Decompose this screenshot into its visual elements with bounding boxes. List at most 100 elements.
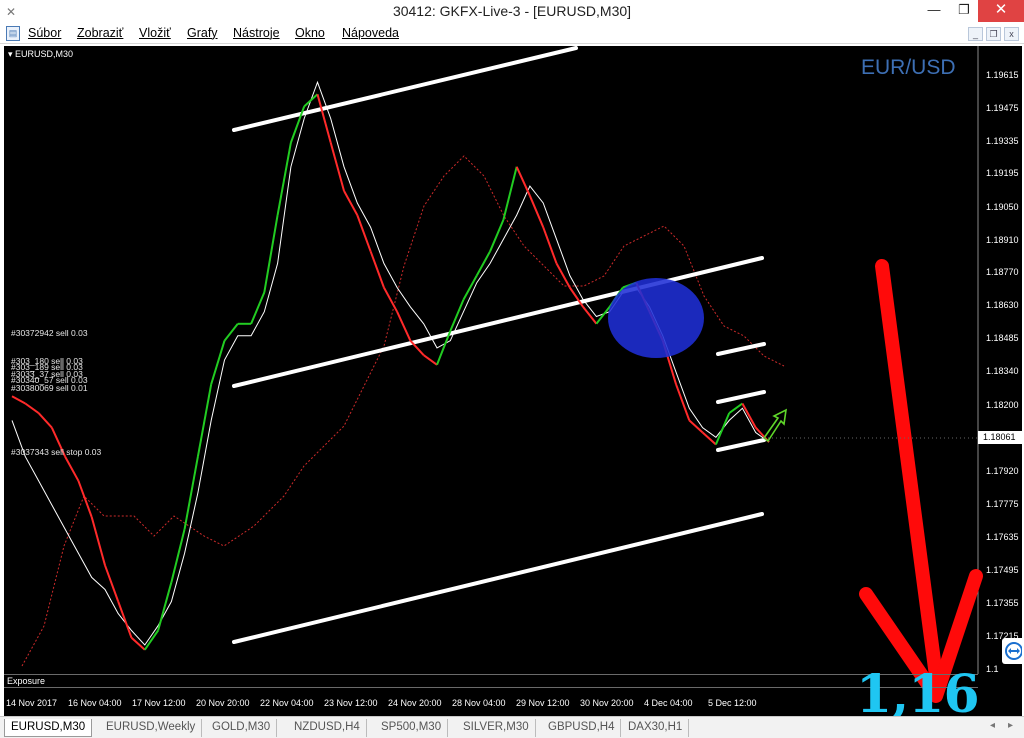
red-arrow-shaft (875, 259, 943, 683)
tab-gold-m30[interactable]: GOLD,M30 (206, 719, 278, 737)
y-tick-label: 1.18630 (986, 300, 1019, 310)
mdi-minimize-button[interactable]: _ (968, 27, 983, 41)
y-tick-label: 1.17635 (986, 532, 1019, 542)
price-chart[interactable]: ▾ EURUSD,M30 EUR/USD #30372942 sell 0.03… (4, 46, 1022, 716)
tab-eurusd-m30[interactable]: EURUSD,M30 (4, 719, 93, 737)
trade-label[interactable]: #30372942 sell 0.03 (11, 328, 88, 338)
y-tick-label: 1.19195 (986, 168, 1019, 178)
tab-scroll-left-icon[interactable]: ◂ (990, 720, 995, 731)
menu-help[interactable]: Nápoveda (342, 26, 399, 40)
x-tick-label: 14 Nov 2017 (6, 698, 58, 708)
tab-gbpusd-h4[interactable]: GBPUSD,H4 (542, 719, 622, 737)
candle-segment (741, 403, 757, 429)
candle-segment (728, 402, 743, 414)
y-tick-label: 1.19050 (986, 202, 1019, 212)
candle-segment (423, 354, 438, 366)
y-tick-label: 1.19615 (986, 70, 1019, 80)
candle-segment (24, 402, 40, 414)
y-tick-label: 1.18770 (986, 267, 1019, 277)
tab-nzdusd-h4[interactable]: NZDUSD,H4 (288, 719, 367, 737)
candle-segment (383, 287, 398, 313)
y-tick-label: 1.17355 (986, 598, 1019, 608)
x-tick-label: 23 Nov 12:00 (324, 698, 378, 708)
candle-segment (170, 528, 186, 583)
y-tick-label: 1.18340 (986, 366, 1019, 376)
menu-window[interactable]: Okno (295, 26, 325, 40)
window-title: 30412: GKFX-Live-3 - [EURUSD,M30] (392, 3, 632, 19)
candle-segment (329, 142, 345, 192)
pair-watermark: EUR/USD (861, 56, 956, 79)
candle-segment (343, 190, 359, 216)
candle-segment (303, 93, 319, 108)
y-tick-label: 1.18910 (986, 235, 1019, 245)
candle-segment (701, 431, 717, 446)
candle-segment (502, 166, 518, 221)
candle-segment (555, 262, 571, 288)
candle-segment (90, 516, 106, 566)
menu-insert[interactable]: Vložiť (139, 26, 171, 40)
menu-tools[interactable]: Nástroje (233, 26, 280, 40)
tab-scroll-right-icon[interactable]: ▸ (1008, 720, 1013, 731)
candle-segment (489, 219, 505, 252)
tab-silver-m30[interactable]: SILVER,M30 (457, 719, 536, 737)
overlay-price-text: 1,16 (856, 664, 980, 716)
y-tick-label: 1.19475 (986, 103, 1019, 113)
candle-segment (223, 323, 239, 342)
mdi-close-button[interactable]: x (1004, 27, 1019, 41)
candle-segment (263, 214, 279, 293)
x-tick-label: 20 Nov 20:00 (196, 698, 250, 708)
candle-segment (183, 456, 199, 530)
candle-segment (77, 480, 93, 518)
candle-segment (396, 311, 412, 342)
x-tick-label: 28 Nov 04:00 (452, 698, 506, 708)
menu-file[interactable]: Súbor (28, 26, 61, 40)
trade-label[interactable]: #30380069 sell 0.01 (11, 383, 88, 393)
exposure-panel[interactable]: Exposure (4, 674, 978, 688)
chart-canvas[interactable] (4, 46, 1022, 716)
price-line-series (11, 80, 770, 646)
teamviewer-widget[interactable] (1002, 638, 1022, 664)
highlight-ellipse[interactable] (608, 278, 704, 358)
close-button[interactable]: ✕ (978, 0, 1024, 22)
chart-symbol-label: ▾ EURUSD,M30 (8, 49, 74, 59)
candle-segment (64, 456, 80, 482)
candle-segment (196, 384, 213, 457)
y-tick-label: 1.17775 (986, 499, 1019, 509)
candle-segment (714, 412, 731, 445)
candle-segment (582, 306, 598, 325)
chart-tab-bar: EURUSD,M30 EURUSD,Weekly GOLD,M30 NZDUSD… (0, 716, 1024, 738)
menu-view[interactable]: Zobraziť (77, 26, 123, 40)
document-icon[interactable]: ▤ (6, 26, 20, 41)
x-tick-label: 16 Nov 04:00 (68, 698, 122, 708)
menu-charts[interactable]: Grafy (187, 26, 218, 40)
candle-segment (143, 629, 159, 651)
indicator-line (21, 155, 785, 667)
x-tick-label: 29 Nov 12:00 (516, 698, 570, 708)
current-price-badge: 1.18061 (978, 431, 1022, 444)
x-tick-label: 5 Dec 12:00 (708, 698, 757, 708)
x-tick-label: 4 Dec 04:00 (644, 698, 693, 708)
tab-eurusd-weekly[interactable]: EURUSD,Weekly (100, 719, 203, 737)
candle-segment (157, 581, 173, 631)
mini-channel-bottom-line[interactable] (716, 438, 766, 452)
candle-segment (250, 292, 266, 325)
mini-channel-middle-line[interactable] (716, 390, 766, 404)
y-tick-label: 1.18485 (986, 333, 1019, 343)
x-tick-label: 22 Nov 04:00 (260, 698, 314, 708)
y-tick-label: 1.19335 (986, 136, 1019, 146)
mdi-restore-button[interactable]: ❐ (986, 27, 1001, 41)
green-arrow-icon[interactable] (762, 408, 788, 443)
candle-segment (117, 601, 133, 639)
channel-upper-line[interactable] (232, 46, 578, 132)
y-tick-label: 1.17920 (986, 466, 1019, 476)
candle-segment (210, 340, 226, 385)
y-tick-label: 1.1 (986, 664, 999, 674)
y-tick-label: 1.17495 (986, 565, 1019, 575)
chart-symbol-text: EURUSD,M30 (15, 49, 74, 59)
channel-lower-line[interactable] (232, 512, 764, 644)
menu-bar: ▤ Súbor Zobraziť Vložiť Grafy Nástroje O… (0, 24, 1024, 44)
title-bar: ✕ 30412: GKFX-Live-3 - [EURUSD,M30] — ❐ … (0, 0, 1024, 24)
trade-label[interactable]: #3037343 sell stop 0.03 (11, 447, 101, 457)
tab-sp500-m30[interactable]: SP500,M30 (375, 719, 449, 737)
tab-dax30-h1[interactable]: DAX30,H1 (622, 719, 690, 737)
